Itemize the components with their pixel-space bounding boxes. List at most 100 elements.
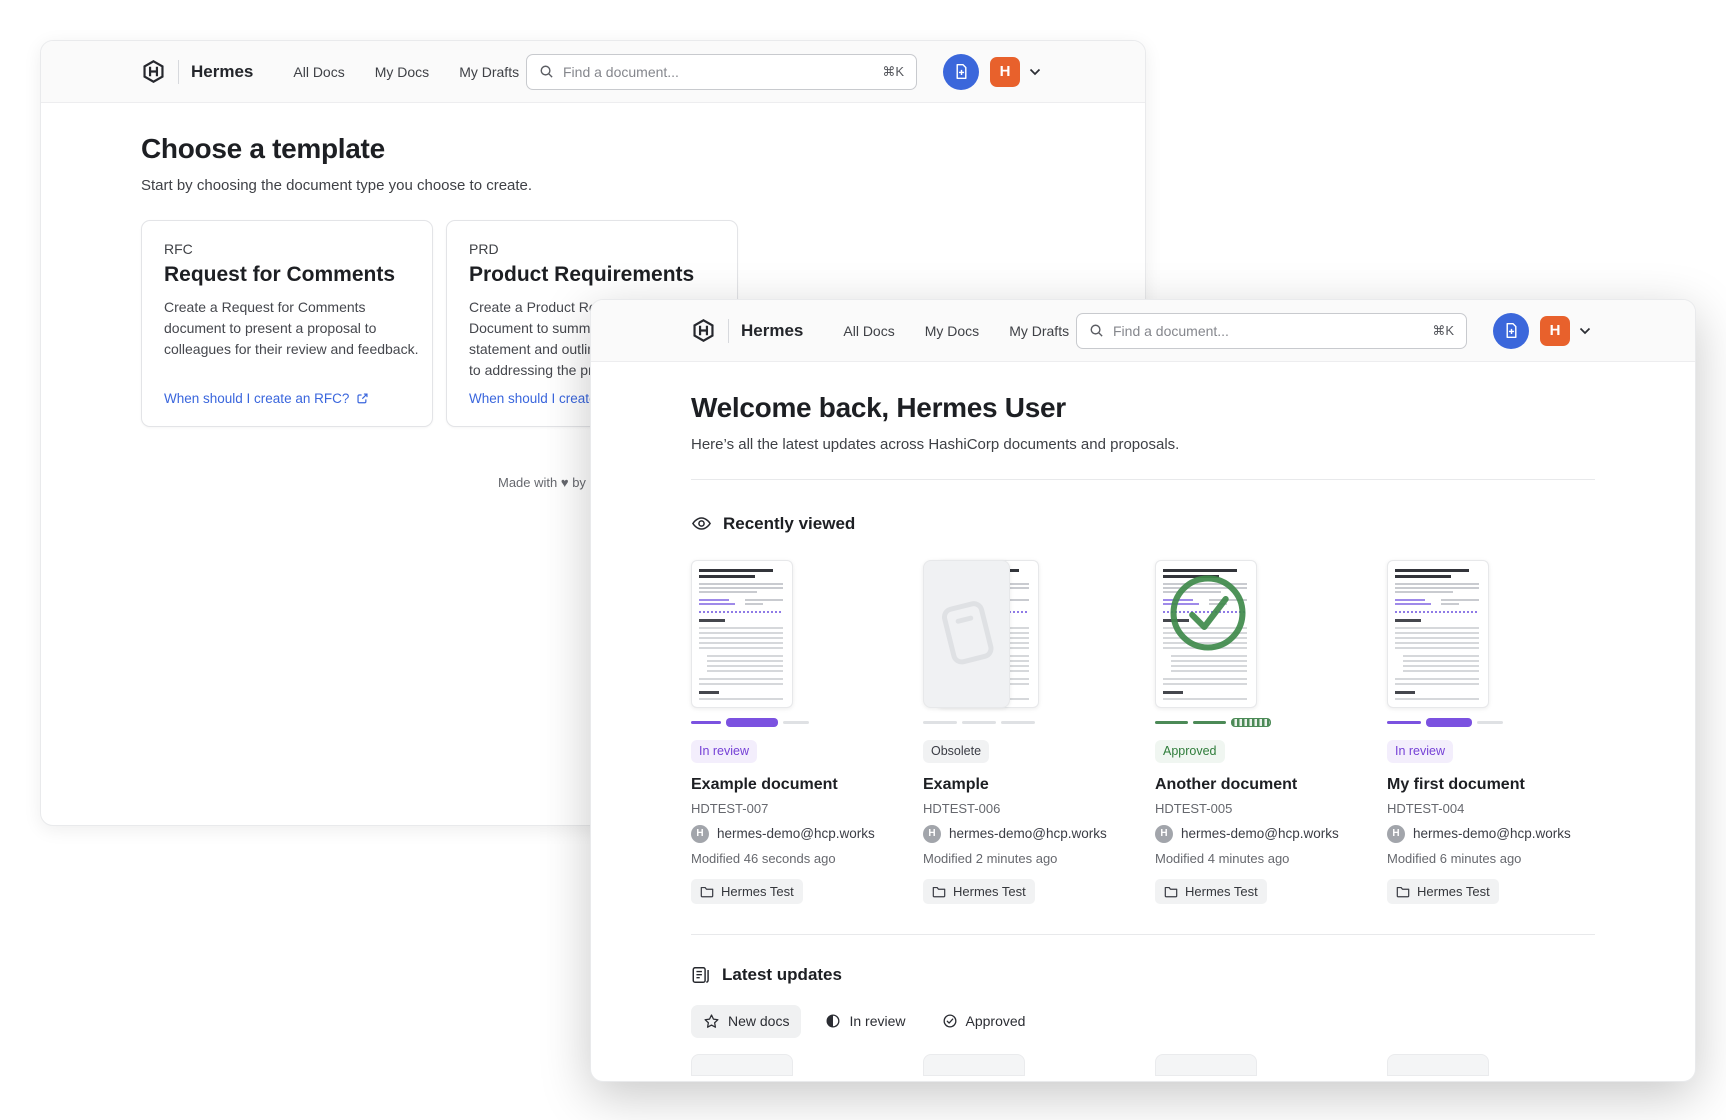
doc-thumbnail <box>923 560 1131 708</box>
nav-all-docs[interactable]: All Docs <box>293 64 344 80</box>
dashboard-window: Hermes All Docs My Docs My Drafts ⌘K H <box>590 299 1696 1082</box>
progress-segment <box>1477 721 1503 724</box>
brand[interactable]: Hermes <box>691 318 803 343</box>
project-badge[interactable]: Hermes Test <box>923 879 1035 904</box>
new-document-button[interactable] <box>1493 313 1529 349</box>
progress-segment <box>923 721 957 724</box>
nav-all-docs[interactable]: All Docs <box>843 323 894 339</box>
page-subtitle: Start by choosing the document type you … <box>141 177 1045 194</box>
search-shortcut: ⌘K <box>882 64 904 80</box>
folder-icon <box>700 885 714 898</box>
doc-progress <box>1387 718 1595 727</box>
owner-avatar: H <box>923 825 941 843</box>
owner-email: hermes-demo@hcp.works <box>717 826 875 841</box>
progress-segment <box>962 721 996 724</box>
half-circle-icon <box>825 1013 841 1029</box>
search-icon <box>539 64 554 79</box>
tab-in-review[interactable]: In review <box>813 1005 917 1037</box>
star-icon <box>703 1013 720 1030</box>
brand-divider <box>728 319 729 343</box>
search-bar[interactable]: ⌘K <box>526 54 917 90</box>
template-abbrev: PRD <box>469 241 715 257</box>
doc-preview <box>1387 560 1489 708</box>
doc-owner: H hermes-demo@hcp.works <box>1387 825 1595 843</box>
project-name: Hermes Test <box>953 884 1026 899</box>
doc-thumbnail-partial <box>923 1054 1025 1076</box>
doc-card[interactable]: Approved Another document HDTEST-005 H h… <box>1155 560 1363 904</box>
doc-title: My first document <box>1387 776 1595 794</box>
project-badge[interactable]: Hermes Test <box>1155 879 1267 904</box>
new-document-icon <box>1502 321 1521 340</box>
page-title: Choose a template <box>141 133 1045 165</box>
progress-segment <box>783 721 809 724</box>
nav-my-drafts[interactable]: My Drafts <box>459 64 519 80</box>
tab-label: New docs <box>728 1013 789 1029</box>
brand[interactable]: Hermes <box>141 59 253 84</box>
template-card-rfc[interactable]: RFC Request for Comments Create a Reques… <box>141 220 433 427</box>
user-avatar[interactable]: H <box>990 57 1020 87</box>
project-name: Hermes Test <box>721 884 794 899</box>
hashicorp-logo-icon <box>691 318 716 343</box>
search-bar[interactable]: ⌘K <box>1076 313 1467 349</box>
doc-owner: H hermes-demo@hcp.works <box>1155 825 1363 843</box>
tab-approved[interactable]: Approved <box>930 1005 1038 1037</box>
welcome-title: Welcome back, Hermes User <box>691 392 1595 424</box>
progress-segment <box>1155 721 1188 724</box>
doc-card[interactable]: In review My first document HDTEST-004 H… <box>1387 560 1595 904</box>
search-input[interactable] <box>563 64 873 80</box>
nav-my-docs[interactable]: My Docs <box>925 323 979 339</box>
progress-segment <box>1387 721 1421 724</box>
search-shortcut: ⌘K <box>1432 323 1454 339</box>
doc-card[interactable]: Obsolete Example HDTEST-006 H hermes-dem… <box>923 560 1131 904</box>
doc-thumbnail <box>691 560 899 708</box>
progress-segment <box>1001 721 1035 724</box>
template-help-link[interactable]: When should I create an RFC? <box>164 391 410 406</box>
project-badge[interactable]: Hermes Test <box>691 879 803 904</box>
obsolete-overlay <box>923 560 1010 708</box>
nav-my-drafts[interactable]: My Drafts <box>1009 323 1069 339</box>
owner-email: hermes-demo@hcp.works <box>1181 826 1339 841</box>
owner-email: hermes-demo@hcp.works <box>1413 826 1571 841</box>
list-item <box>691 1054 899 1076</box>
folder-icon <box>1396 885 1410 898</box>
owner-avatar: H <box>1387 825 1405 843</box>
doc-title: Another document <box>1155 776 1363 794</box>
template-abbrev: RFC <box>164 241 410 257</box>
doc-progress <box>691 718 899 727</box>
doc-title: Example <box>923 776 1131 794</box>
news-icon <box>691 965 711 985</box>
progress-segment <box>691 721 721 724</box>
doc-number: HDTEST-004 <box>1387 801 1595 816</box>
user-avatar[interactable]: H <box>1540 316 1570 346</box>
tab-new-docs[interactable]: New docs <box>691 1005 801 1038</box>
app-header: Hermes All Docs My Docs My Drafts ⌘K H <box>41 41 1145 103</box>
chevron-down-icon[interactable] <box>1579 327 1591 335</box>
doc-number: HDTEST-006 <box>923 801 1131 816</box>
doc-title: Example document <box>691 776 899 794</box>
divider <box>691 934 1595 935</box>
template-name: Request for Comments <box>164 263 410 287</box>
app-header: Hermes All Docs My Docs My Drafts ⌘K H <box>591 300 1695 362</box>
doc-thumbnail-partial <box>1387 1054 1489 1076</box>
template-help-link-label: When should I create an RFC? <box>164 391 349 406</box>
nav-my-docs[interactable]: My Docs <box>375 64 429 80</box>
section-title: Recently viewed <box>723 514 855 534</box>
doc-progress <box>923 718 1131 727</box>
doc-card[interactable]: In review Example document HDTEST-007 H … <box>691 560 899 904</box>
list-item <box>923 1054 1131 1076</box>
doc-progress <box>1155 718 1363 727</box>
chevron-down-icon[interactable] <box>1029 68 1041 76</box>
new-document-button[interactable] <box>943 54 979 90</box>
doc-number: HDTEST-005 <box>1155 801 1363 816</box>
search-input[interactable] <box>1113 323 1423 339</box>
project-badge[interactable]: Hermes Test <box>1387 879 1499 904</box>
recently-viewed-list: In review Example document HDTEST-007 H … <box>691 560 1595 904</box>
divider <box>691 479 1595 480</box>
check-circle-icon <box>942 1013 958 1029</box>
doc-modified: Modified 2 minutes ago <box>923 851 1131 866</box>
new-document-icon <box>952 62 971 81</box>
hashicorp-logo-icon <box>141 59 166 84</box>
folder-icon <box>932 885 946 898</box>
list-item <box>1387 1054 1595 1076</box>
desktop-stage: Hermes All Docs My Docs My Drafts ⌘K H <box>0 0 1726 1120</box>
